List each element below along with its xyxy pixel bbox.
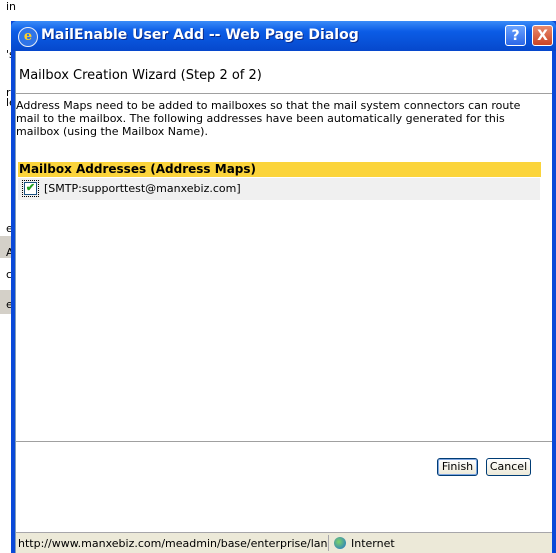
address-maps-header: Mailbox Addresses (Address Maps) [18, 162, 541, 177]
dialog-content: Mailbox Creation Wizard (Step 2 of 2) Ad… [15, 51, 552, 553]
status-bar: http://www.manxebiz.com/meadmin/base/ent… [16, 532, 552, 553]
cancel-button[interactable]: Cancel [486, 458, 531, 476]
address-row: ✔ [SMTP:supporttest@manxebiz.com] [18, 178, 540, 200]
ie-icon: e [18, 27, 38, 47]
wizard-description: Address Maps need to be added to mailbox… [16, 99, 521, 138]
security-zone-label: Internet [351, 537, 395, 550]
finish-button[interactable]: Finish [437, 458, 478, 476]
dialog-title: MailEnable User Add -- Web Page Dialog [41, 27, 359, 43]
status-divider [328, 535, 329, 551]
web-page-dialog: e MailEnable User Add -- Web Page Dialog… [11, 21, 556, 553]
help-button[interactable]: ? [505, 25, 526, 46]
status-url: http://www.manxebiz.com/meadmin/base/ent… [18, 537, 328, 550]
internet-zone-icon [334, 537, 346, 549]
dialog-titlebar[interactable]: e MailEnable User Add -- Web Page Dialog… [11, 21, 556, 51]
background-text: in [6, 0, 17, 13]
wizard-title: Mailbox Creation Wizard (Step 2 of 2) [19, 68, 262, 83]
address-label: [SMTP:supporttest@manxebiz.com] [44, 182, 241, 195]
divider [16, 441, 552, 442]
divider [16, 93, 552, 94]
close-button[interactable]: X [532, 25, 553, 46]
address-checkbox[interactable]: ✔ [22, 180, 39, 197]
